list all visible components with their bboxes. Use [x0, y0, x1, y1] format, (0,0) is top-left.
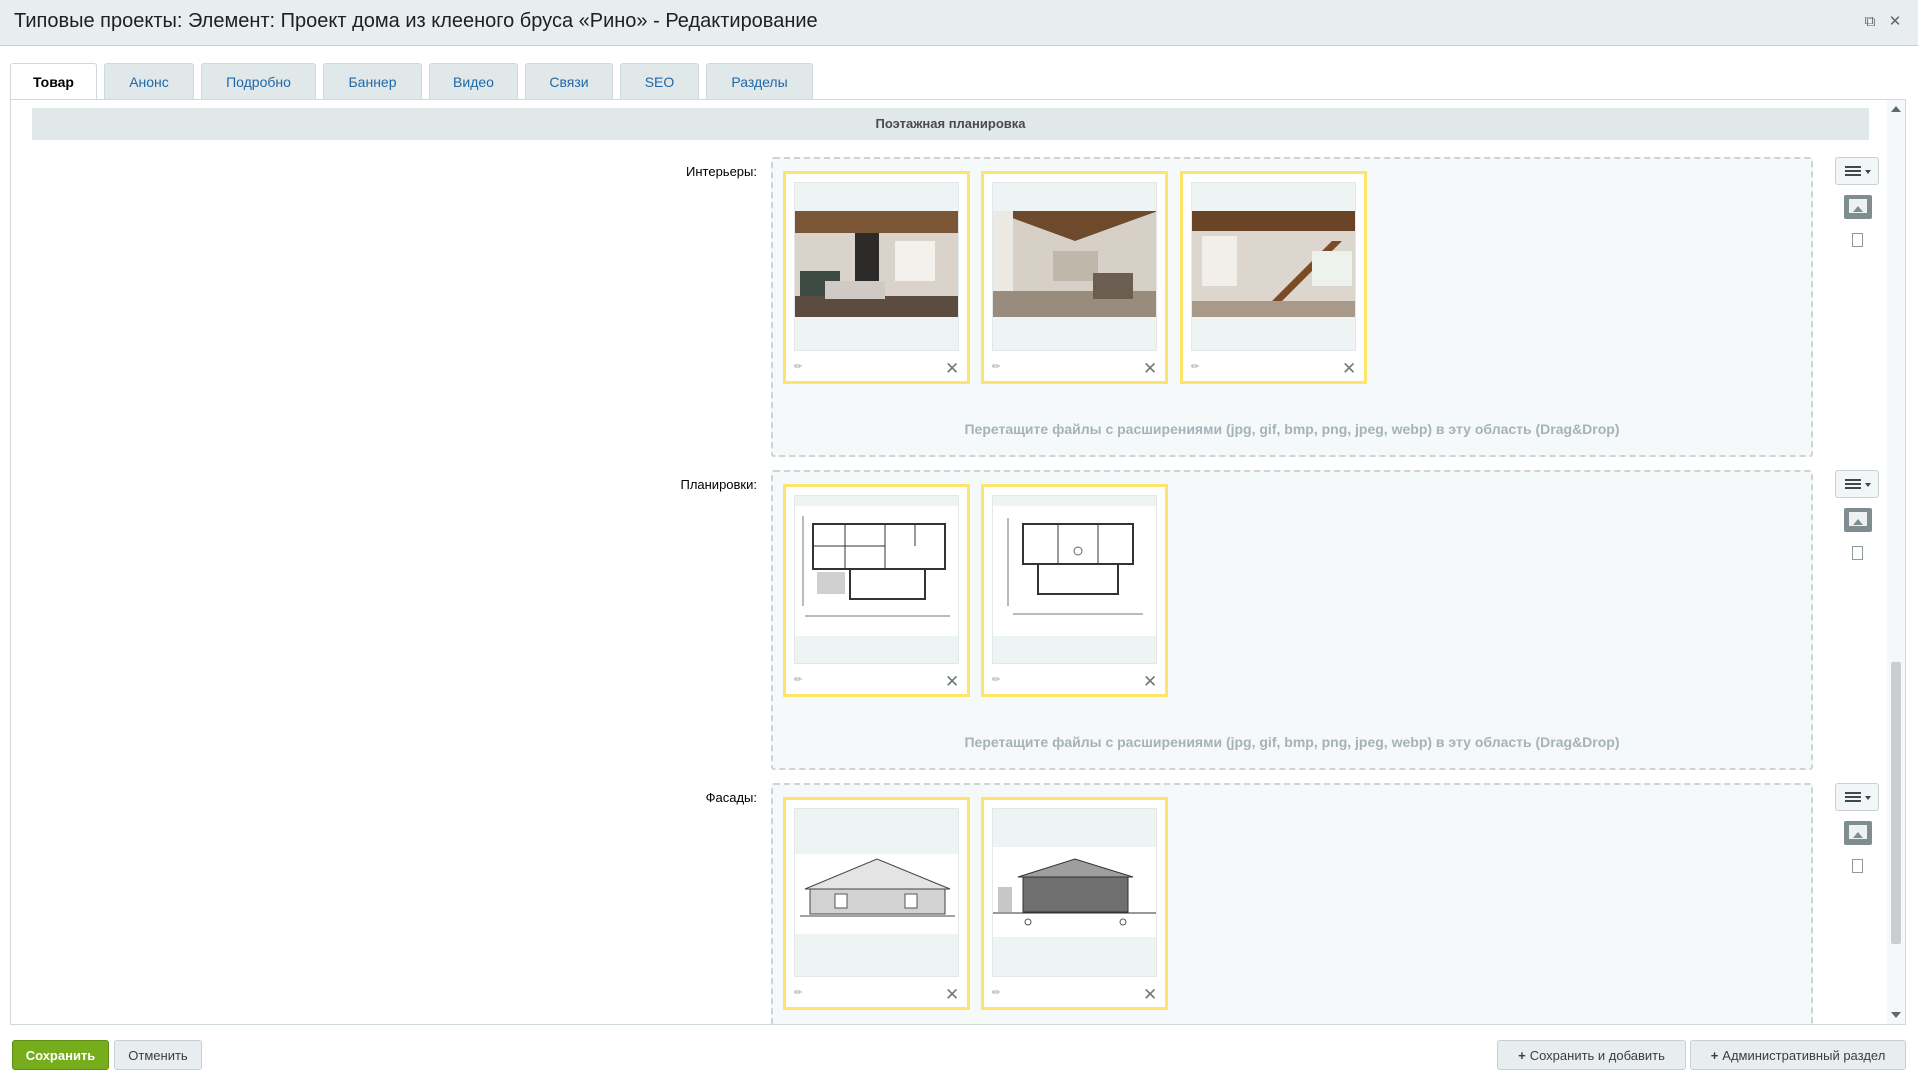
window-titlebar: Типовые проекты: Элемент: Проект дома из…	[0, 0, 1918, 46]
interiors-label: Интерьеры:	[686, 164, 757, 179]
save-button[interactable]: Сохранить	[12, 1040, 109, 1070]
remove-icon[interactable]: ✕	[945, 673, 959, 690]
tab-video[interactable]: Видео	[429, 63, 518, 99]
tab-seo[interactable]: SEO	[620, 63, 699, 99]
edit-icon[interactable]: ✎	[1189, 356, 1209, 376]
admin-section-button[interactable]: + Административный раздел	[1690, 1040, 1906, 1070]
floor-plan-thumbnail	[992, 495, 1157, 664]
plus-icon: +	[1710, 1048, 1719, 1063]
dropzone-hint: Перетащите файлы с расширениями (jpg, gi…	[964, 734, 1620, 750]
vertical-scrollbar[interactable]	[1887, 100, 1905, 1024]
restore-icon[interactable]: ⧉	[1861, 13, 1879, 31]
scroll-thumb[interactable]	[1891, 662, 1901, 944]
floor-plan-thumbnail	[794, 495, 959, 664]
edit-icon[interactable]: ✎	[990, 982, 1010, 1002]
admin-section-label: Административный раздел	[1722, 1048, 1886, 1063]
interior-thumbnail	[1191, 182, 1356, 351]
remove-icon[interactable]: ✕	[1143, 673, 1157, 690]
image-icon[interactable]	[1844, 195, 1872, 219]
plans-label: Планировки:	[680, 477, 757, 492]
tab-announce[interactable]: Анонс	[104, 63, 194, 99]
interiors-dropzone[interactable]: ✎ ✕ ✎ ✕ ✎ ✕ Перетащите файлы с расширени…	[771, 157, 1813, 457]
tab-banner[interactable]: Баннер	[323, 63, 422, 99]
image-icon[interactable]	[1844, 821, 1872, 845]
file-icon[interactable]	[1852, 546, 1863, 560]
remove-icon[interactable]: ✕	[1143, 986, 1157, 1003]
remove-icon[interactable]: ✕	[945, 986, 959, 1003]
tab-sections[interactable]: Разделы	[706, 63, 813, 99]
file-card[interactable]: ✎ ✕	[783, 484, 970, 697]
image-icon[interactable]	[1844, 508, 1872, 532]
remove-icon[interactable]: ✕	[945, 360, 959, 377]
menu-icon[interactable]	[1835, 783, 1879, 811]
file-icon[interactable]	[1852, 233, 1863, 247]
section-heading: Поэтажная планировка	[32, 108, 1869, 140]
edit-icon[interactable]: ✎	[792, 982, 812, 1002]
tab-details[interactable]: Подробно	[201, 63, 316, 99]
file-icon[interactable]	[1852, 859, 1863, 873]
remove-icon[interactable]: ✕	[1143, 360, 1157, 377]
tab-product[interactable]: Товар	[10, 63, 97, 101]
file-card[interactable]: ✎ ✕	[783, 171, 970, 384]
facade-thumbnail	[794, 808, 959, 977]
action-bar: Сохранить Отменить + Сохранить и добавить…	[0, 1025, 1918, 1077]
file-card[interactable]: ✎ ✕	[981, 484, 1168, 697]
file-card[interactable]: ✎ ✕	[783, 797, 970, 1010]
window-title: Типовые проекты: Элемент: Проект дома из…	[14, 10, 818, 32]
cancel-button[interactable]: Отменить	[114, 1040, 202, 1070]
file-card[interactable]: ✎ ✕	[1180, 171, 1367, 384]
save-and-add-button[interactable]: + Сохранить и добавить	[1497, 1040, 1686, 1070]
edit-icon[interactable]: ✎	[990, 356, 1010, 376]
file-card[interactable]: ✎ ✕	[981, 171, 1168, 384]
facades-label: Фасады:	[705, 790, 757, 805]
save-and-add-label: Сохранить и добавить	[1529, 1048, 1665, 1063]
tab-content: Поэтажная планировка Интерьеры: ✎ ✕ ✎ ✕ …	[10, 99, 1906, 1025]
edit-icon[interactable]: ✎	[792, 669, 812, 689]
tab-links[interactable]: Связи	[525, 63, 613, 99]
menu-icon[interactable]	[1835, 470, 1879, 498]
facades-dropzone[interactable]: ✎ ✕ ✎ ✕	[771, 783, 1813, 1024]
scroll-up-icon[interactable]	[1891, 106, 1901, 112]
plans-dropzone[interactable]: ✎ ✕ ✎ ✕ Перетащите файлы с расширениями …	[771, 470, 1813, 770]
interior-thumbnail	[992, 182, 1157, 351]
remove-icon[interactable]: ✕	[1342, 360, 1356, 377]
close-icon[interactable]: ✕	[1886, 13, 1904, 31]
scroll-down-icon[interactable]	[1891, 1012, 1901, 1018]
edit-icon[interactable]: ✎	[792, 356, 812, 376]
file-card[interactable]: ✎ ✕	[981, 797, 1168, 1010]
plus-icon: +	[1518, 1048, 1526, 1063]
dropzone-hint: Перетащите файлы с расширениями (jpg, gi…	[964, 421, 1620, 437]
facade-thumbnail	[992, 808, 1157, 977]
interior-thumbnail	[794, 182, 959, 351]
menu-icon[interactable]	[1835, 157, 1879, 185]
edit-icon[interactable]: ✎	[990, 669, 1010, 689]
